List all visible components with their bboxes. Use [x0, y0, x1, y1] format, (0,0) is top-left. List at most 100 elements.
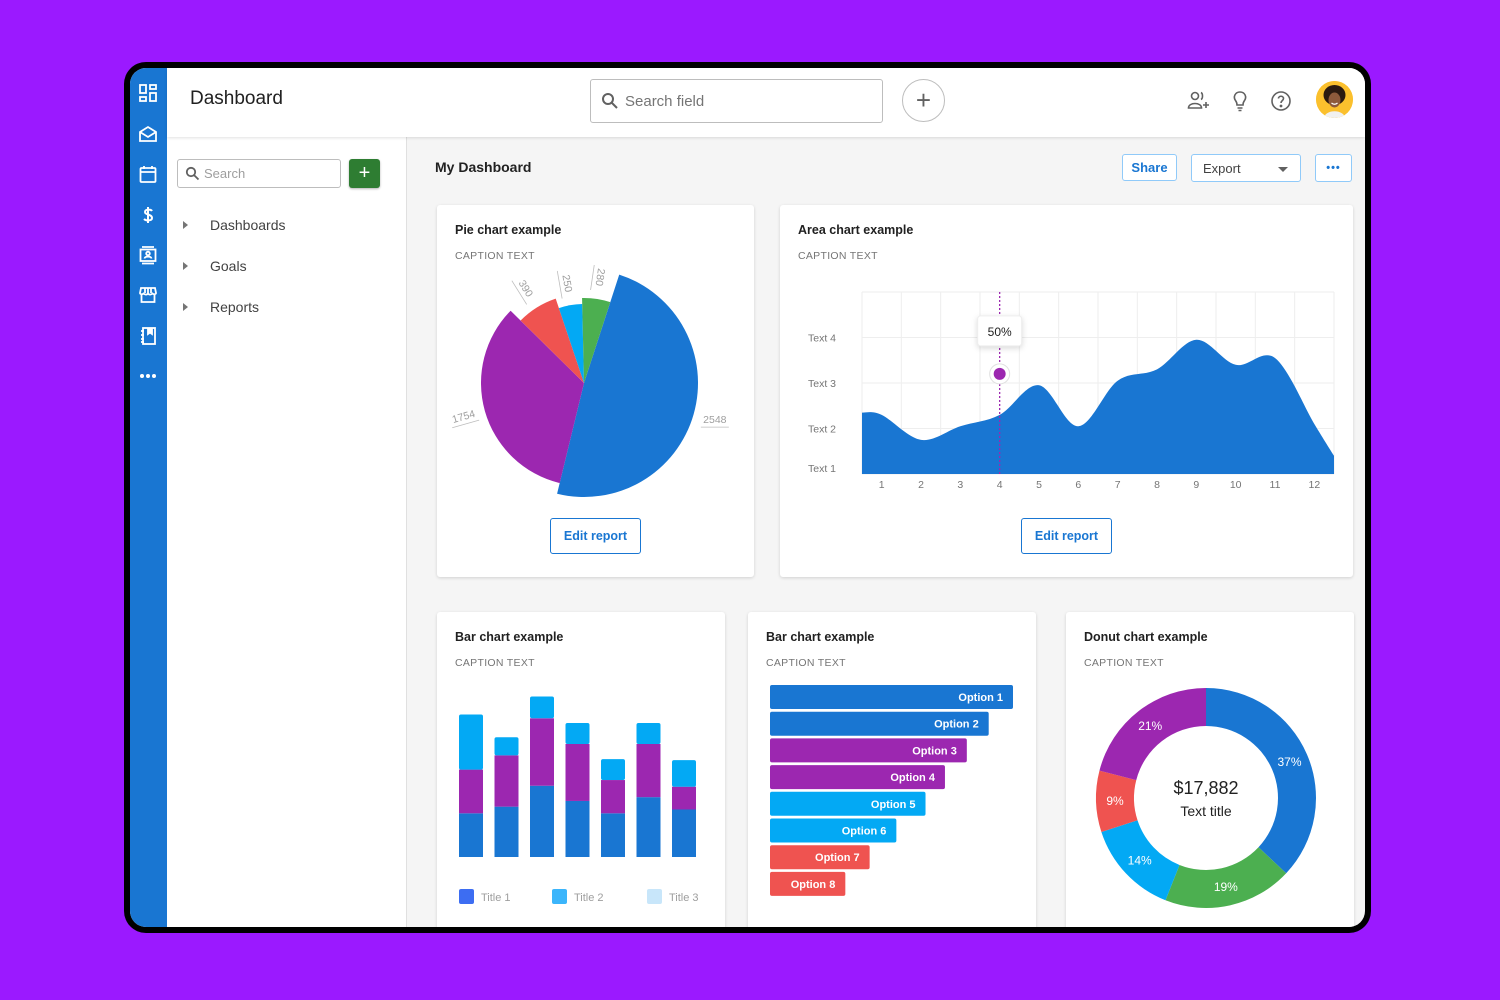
bar-segment: [601, 759, 625, 781]
bar-segment: [494, 755, 519, 807]
stacked-bar-chart: Title 1 Title 2 Title 3: [459, 696, 699, 904]
sidebar-item-goals[interactable]: Goals: [183, 254, 247, 278]
search-icon: [602, 93, 618, 109]
pie-slice-label: 250: [559, 274, 574, 293]
horizontal-bar-chart: Option 1 Option 2 Option 3 Option 4 Option 5…: [770, 685, 1013, 896]
x-tick-label: 6: [1075, 479, 1081, 491]
sidebar-search-input[interactable]: [204, 160, 334, 187]
pie-slice-label: 390: [516, 278, 536, 299]
donut-chart-card: Donut chart example CAPTION TEXT 37% 19% 1…: [1066, 612, 1354, 927]
hbar-label: Option 1: [958, 692, 1003, 704]
donut-slice-label: 37%: [1278, 755, 1302, 769]
bar-segment: [459, 769, 483, 814]
card-caption: CAPTION TEXT: [455, 657, 535, 669]
hbar-label: Option 2: [934, 719, 979, 731]
donut-slice: [1099, 688, 1206, 781]
hbar-label: Option 6: [842, 826, 887, 838]
export-label: Export: [1203, 161, 1241, 176]
bar-segment: [672, 809, 696, 857]
notebook-icon[interactable]: [138, 326, 158, 346]
user-photo-icon: [1316, 81, 1353, 118]
bar-segment: [636, 797, 661, 857]
bar-segment: [459, 813, 483, 857]
donut-chart: 37% 19% 14% 9% 21% $17,882 Text title: [1096, 688, 1316, 908]
legend-label: Title 2: [574, 892, 604, 904]
x-tick-label: 11: [1270, 479, 1281, 491]
x-tick-label: 5: [1036, 479, 1042, 491]
y-tick-label: Text 1: [808, 463, 836, 475]
legend-label: Title 3: [669, 892, 699, 904]
x-tick-label: 7: [1115, 479, 1121, 491]
bar-segment: [565, 723, 590, 744]
caret-right-icon: [183, 221, 188, 229]
hbar-label: Option 8: [791, 879, 836, 891]
sidebar-item-dashboards[interactable]: Dashboards: [183, 213, 286, 237]
export-dropdown[interactable]: Export: [1191, 154, 1301, 182]
share-button[interactable]: Share: [1122, 154, 1177, 181]
donut-center-value: $17,882: [1173, 778, 1238, 798]
bar-segment: [530, 696, 554, 719]
x-tick-label: 3: [957, 479, 963, 491]
bar-segment: [601, 780, 625, 814]
donut-slice-label: 21%: [1138, 719, 1162, 733]
x-tick-label: 12: [1308, 479, 1320, 491]
dashboard-title: My Dashboard: [435, 159, 532, 175]
add-button[interactable]: +: [902, 79, 945, 122]
page-title: Dashboard: [190, 88, 283, 109]
card-caption: CAPTION TEXT: [455, 250, 535, 262]
pie-chart-card: Pie chart example CAPTION TEXT 2548 1754 3…: [437, 205, 754, 577]
sidebar-item-reports[interactable]: Reports: [183, 295, 259, 319]
sidebar: + Dashboards Goals Reports: [167, 137, 407, 927]
bar-segment: [530, 718, 554, 786]
sidebar-add-button[interactable]: +: [349, 159, 380, 188]
add-user-icon[interactable]: [1186, 89, 1210, 113]
help-icon[interactable]: [1269, 89, 1293, 113]
area-chart-card: Area chart example CAPTION TEXT Text 1 Te…: [780, 205, 1353, 577]
sidebar-item-label: Dashboards: [210, 217, 286, 233]
more-icon[interactable]: [138, 366, 158, 386]
chevron-down-icon: [1278, 167, 1288, 172]
bar-segment: [672, 760, 696, 787]
search-field[interactable]: [590, 79, 883, 123]
calendar-icon[interactable]: [138, 164, 158, 184]
store-icon[interactable]: [138, 285, 158, 305]
bar-segment: [565, 800, 590, 857]
app-screen: Dashboard +: [130, 68, 1365, 927]
card-caption: CAPTION TEXT: [766, 657, 846, 669]
y-tick-label: Text 2: [808, 424, 836, 436]
avatar[interactable]: [1316, 81, 1353, 118]
card-title: Area chart example: [798, 223, 914, 237]
hbar-label: Option 4: [890, 772, 935, 784]
donut-slice: [1165, 847, 1287, 908]
bar-segment: [494, 737, 519, 756]
card-caption: CAPTION TEXT: [1084, 657, 1164, 669]
bar-segment: [601, 813, 625, 857]
lightbulb-icon[interactable]: [1228, 89, 1252, 113]
y-tick-label: Text 4: [808, 333, 836, 345]
device-frame: Dashboard +: [124, 62, 1371, 933]
bar-segment: [636, 723, 661, 744]
bar-segment: [530, 785, 554, 857]
contact-card-icon[interactable]: [138, 245, 158, 265]
nav-rail: [130, 68, 167, 927]
edit-report-button[interactable]: Edit report: [550, 518, 641, 554]
mail-icon[interactable]: [138, 124, 158, 144]
main-content: My Dashboard Share Export ••• Pie chart …: [407, 137, 1365, 927]
y-tick-label: Text 3: [808, 378, 836, 390]
search-input[interactable]: [625, 80, 875, 122]
legend-swatch: [459, 889, 474, 904]
card-title: Bar chart example: [455, 630, 564, 644]
edit-report-button[interactable]: Edit report: [1021, 518, 1112, 554]
bar-segment: [459, 714, 483, 770]
more-options-button[interactable]: •••: [1315, 154, 1352, 182]
x-tick-label: 9: [1193, 479, 1199, 491]
sidebar-search[interactable]: [177, 159, 341, 188]
dashboard-icon[interactable]: [138, 83, 158, 103]
sidebar-item-label: Goals: [210, 258, 247, 274]
legend-label: Title 1: [481, 892, 511, 904]
dollar-icon[interactable]: [138, 205, 158, 225]
x-tick-label: 8: [1154, 479, 1160, 491]
hbar-label: Option 3: [912, 745, 957, 757]
legend-swatch: [552, 889, 567, 904]
x-tick-label: 4: [997, 479, 1003, 491]
